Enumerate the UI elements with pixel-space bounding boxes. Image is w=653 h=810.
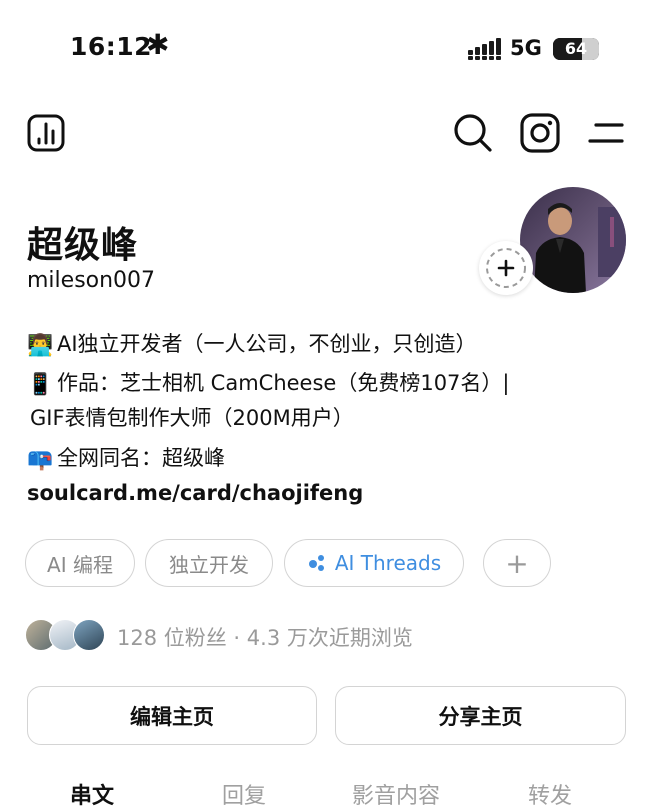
- menu-icon[interactable]: [588, 118, 624, 148]
- avatar[interactable]: [520, 187, 626, 293]
- followers-stats[interactable]: 128 位粉丝 · 4.3 万次近期浏览: [117, 622, 413, 652]
- bio-line: 📱 作品：芝士相机 CamCheese（免费榜107名）|: [27, 367, 510, 397]
- chip-ai-coding[interactable]: AI 编程: [25, 539, 135, 587]
- status-time: 16:12: [70, 32, 153, 61]
- profile-display-name: 超级峰: [27, 225, 139, 266]
- technologist-emoji: 👨‍💻: [27, 332, 54, 357]
- bio-text: 作品：芝士相机 CamCheese（免费榜107名）|: [57, 371, 510, 395]
- tab-media[interactable]: 影音内容: [352, 778, 440, 810]
- instagram-icon[interactable]: [520, 113, 560, 153]
- follower-avatars[interactable]: [25, 619, 107, 651]
- add-topic-button[interactable]: +: [483, 539, 551, 587]
- plus-icon: +: [505, 546, 529, 580]
- share-profile-button[interactable]: 分享主页: [335, 686, 626, 745]
- topic-dots-icon: [308, 555, 324, 571]
- bio-text: GIF表情包制作大师（200M用户）: [30, 406, 354, 430]
- status-indicator-icon: ✱: [146, 28, 170, 61]
- chip-ai-threads[interactable]: AI Threads: [284, 539, 464, 587]
- bio-text: AI独立开发者（一人公司，不创业，只创造）: [57, 332, 477, 356]
- chip-indie-dev[interactable]: 独立开发: [145, 539, 273, 587]
- add-story-button[interactable]: [479, 241, 533, 295]
- tab-replies[interactable]: 回复: [222, 778, 266, 810]
- bio-line: GIF表情包制作大师（200M用户）: [30, 402, 354, 432]
- search-icon[interactable]: [453, 113, 493, 153]
- tab-threads[interactable]: 串文: [70, 778, 114, 810]
- bio-line: 👨‍💻 AI独立开发者（一人公司，不创业，只创造）: [27, 328, 477, 358]
- mailbox-emoji: 📪: [27, 446, 54, 471]
- cellular-signal-icon: [468, 38, 501, 60]
- battery-level: 64: [564, 39, 588, 58]
- tab-reposts[interactable]: 转发: [528, 778, 572, 810]
- follower-avatar: [73, 619, 105, 651]
- chip-label: 独立开发: [169, 552, 249, 577]
- phone-emoji: 📱: [27, 371, 54, 396]
- profile-username: mileson007: [27, 268, 156, 293]
- network-type: 5G: [510, 36, 542, 60]
- insights-icon[interactable]: [27, 114, 65, 152]
- add-icon: [486, 248, 526, 288]
- chip-label: AI Threads: [334, 551, 442, 575]
- bio-line: 📪 全网同名：超级峰: [27, 442, 225, 472]
- bio-text: 全网同名：超级峰: [57, 446, 225, 470]
- battery-icon: 64: [553, 38, 599, 60]
- chip-label: AI 编程: [47, 552, 113, 577]
- edit-profile-button[interactable]: 编辑主页: [27, 686, 317, 745]
- profile-link[interactable]: soulcard.me/card/chaojifeng: [27, 481, 363, 505]
